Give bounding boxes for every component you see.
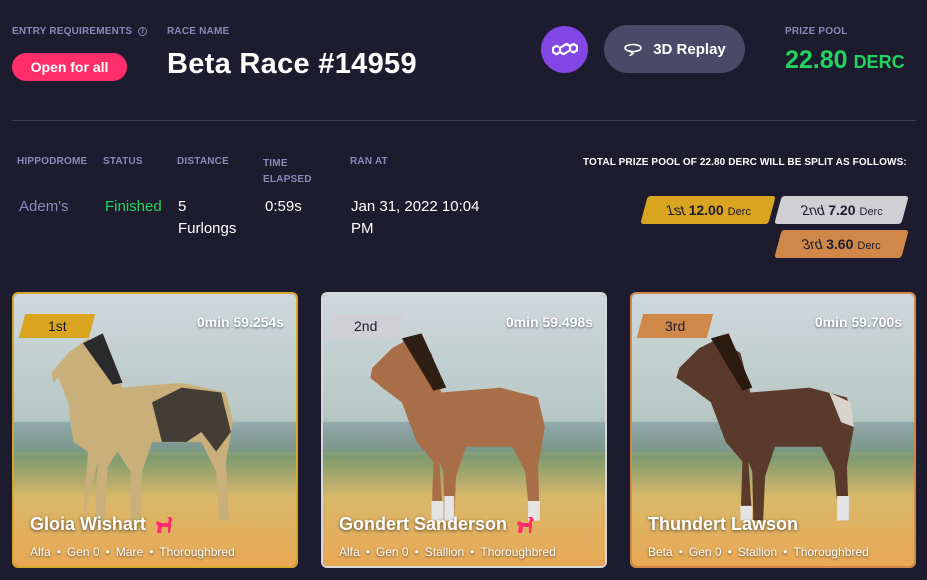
ran-at-value: Jan 31, 2022 10:04 PM — [351, 198, 480, 237]
status-label: STATUS — [103, 156, 143, 167]
info-icon[interactable]: i — [138, 27, 148, 36]
status-column: STATUS Finished — [103, 156, 162, 215]
hippodrome-column: HIPPODROME Adem's — [17, 156, 88, 215]
prize-value: 22.80 — [785, 46, 848, 74]
distance-number: 5 — [178, 198, 187, 215]
prize-pool: PRIZE POOL 22.80 DERC — [785, 26, 905, 74]
time-elapsed-value: 0:59s — [265, 198, 302, 215]
race-title: Beta Race #14959 — [167, 48, 417, 80]
polygon-button[interactable] — [541, 26, 588, 73]
entry-requirements-label: ENTRY REQUIREMENTS — [12, 26, 133, 37]
replay-label: 3D Replay — [653, 40, 726, 58]
header-divider — [12, 120, 916, 121]
result-card-first[interactable]: 1st 0min 59.254s Gloia Wishart Alfa • Gen … — [12, 292, 298, 568]
position-badge: 1st — [18, 314, 96, 338]
horse-icon — [517, 516, 535, 533]
horse-name: Gondert Sanderson — [339, 514, 535, 535]
ran-at-label: RAN AT — [350, 156, 388, 167]
horse-name: Thundert Lawson — [648, 514, 798, 534]
time-elapsed-column: TIME ELAPSED 0:59s — [263, 156, 312, 215]
prize-split-title: TOTAL PRIZE POOL OF 22.80 DERC WILL BE S… — [583, 157, 907, 168]
prize-pool-label: PRIZE POOL — [785, 26, 848, 37]
finish-time: 0min 59.254s — [196, 314, 284, 330]
entry-requirements: ENTRY REQUIREMENTS i Open for all — [12, 26, 148, 81]
horse-details: Alfa • Gen 0 • Mare • Thoroughbred — [30, 545, 235, 559]
race-name-section: RACE NAME Beta Race #14959 — [167, 26, 417, 80]
position-badge: 2nd — [327, 314, 405, 338]
distance-column: DISTANCE 5 Furlongs — [177, 156, 236, 237]
replay-icon — [624, 43, 643, 56]
finish-time: 0min 59.700s — [814, 314, 902, 330]
time-elapsed-label: TIME ELAPSED — [263, 158, 312, 185]
result-card-third[interactable]: 3rd 0min 59.700s Thundert Lawson Beta • Ge… — [630, 292, 916, 568]
status-value: Finished — [105, 198, 162, 215]
finish-time: 0min 59.498s — [505, 314, 593, 330]
horse-icon — [155, 516, 173, 533]
hippodrome-value[interactable]: Adem's — [19, 196, 69, 218]
position-badge: 3rd — [636, 314, 714, 338]
horse-details: Alfa • Gen 0 • Stallion • Thoroughbred — [339, 545, 556, 559]
distance-label: DISTANCE — [177, 156, 229, 167]
horse-name: Gloia Wishart — [30, 514, 174, 535]
open-for-all-badge[interactable]: Open for all — [12, 53, 127, 81]
prize-chip-first: 1st 12.00 Derc — [640, 196, 776, 224]
prize-currency: DERC — [853, 52, 905, 72]
result-card-second[interactable]: 2nd 0min 59.498s Gondert Sanderson Alfa •… — [321, 292, 607, 568]
hippodrome-label: HIPPODROME — [17, 156, 88, 167]
race-name-label: RACE NAME — [167, 26, 230, 37]
distance-value: 5 Furlongs — [178, 196, 236, 240]
horse-details: Beta • Gen 0 • Stallion • Thoroughbred — [648, 545, 869, 559]
prize-chip-second: 2nd 7.20 Derc — [774, 196, 909, 224]
distance-unit: Furlongs — [178, 220, 237, 237]
polygon-logo-icon — [551, 42, 578, 55]
3d-replay-button[interactable]: 3D Replay — [604, 25, 745, 73]
prize-amount: 22.80 DERC — [785, 46, 905, 75]
ran-at-column: RAN AT Jan 31, 2022 10:04 PM — [350, 156, 479, 237]
prize-chip-third: 3rd 3.60 Derc — [774, 230, 909, 258]
